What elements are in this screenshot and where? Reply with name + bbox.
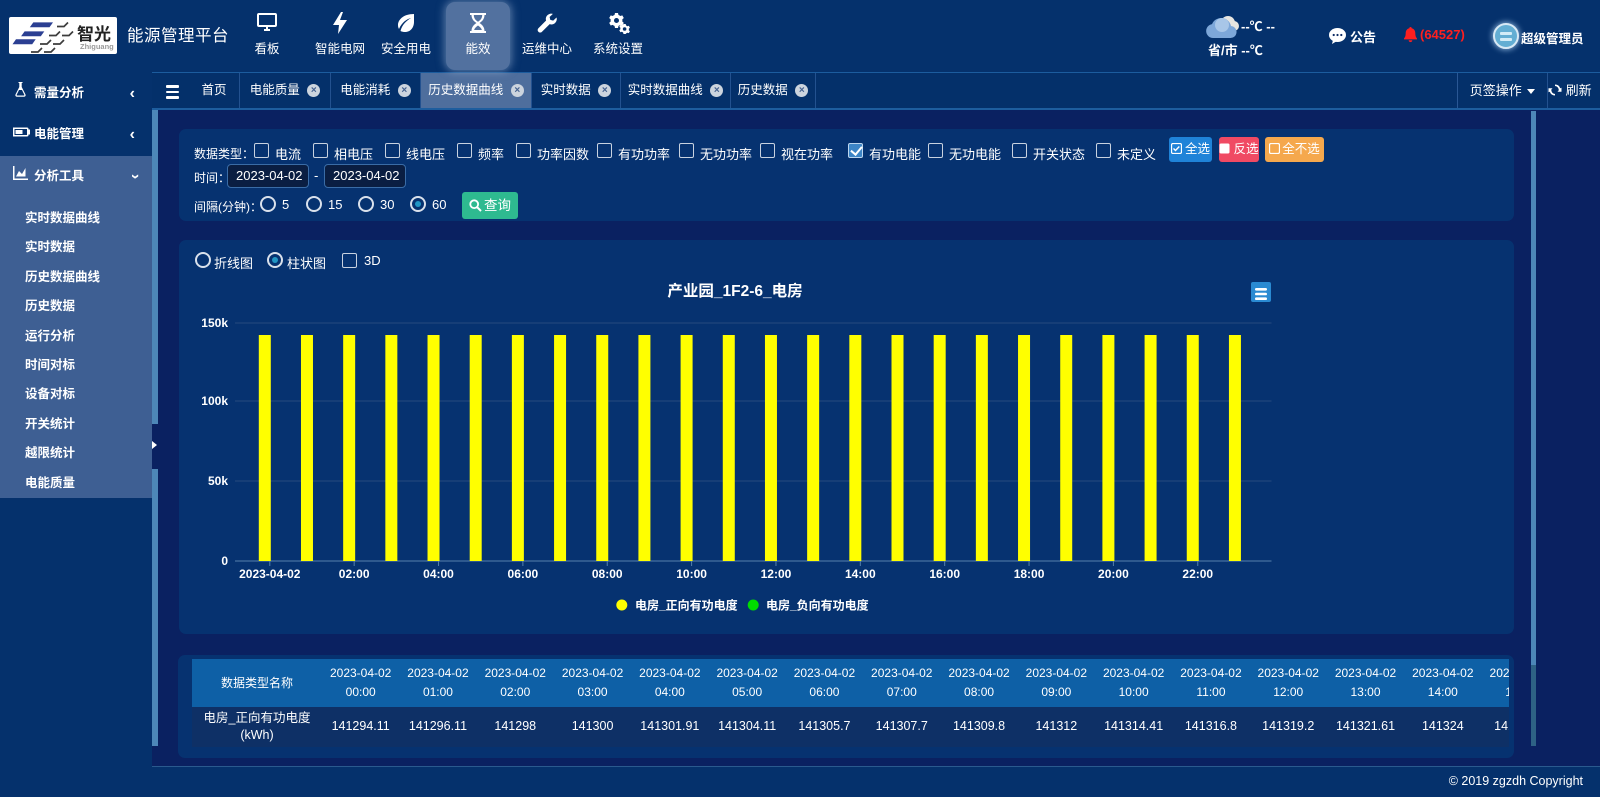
svg-text:0: 0 (221, 554, 228, 568)
svg-text:06:00: 06:00 (508, 567, 539, 581)
svg-text:Zhiguang: Zhiguang (80, 42, 114, 51)
svg-text:100k: 100k (201, 394, 228, 408)
svg-text:20:00: 20:00 (1098, 567, 1129, 581)
svg-text:电房_负向有功电度: 电房_负向有功电度 (766, 598, 869, 613)
svg-text:14:00: 14:00 (845, 567, 876, 581)
svg-text:12:00: 12:00 (761, 567, 792, 581)
svg-text:08:00: 08:00 (592, 567, 623, 581)
svg-text:50k: 50k (208, 474, 228, 488)
svg-text:电房_正向有功电度: 电房_正向有功电度 (635, 598, 738, 613)
svg-text:智光: 智光 (77, 24, 111, 44)
svg-text:22:00: 22:00 (1182, 567, 1213, 581)
svg-text:04:00: 04:00 (423, 567, 454, 581)
svg-text:产业园_1F2-6_电房: 产业园_1F2-6_电房 (667, 281, 802, 300)
svg-text:16:00: 16:00 (929, 567, 960, 581)
svg-text:18:00: 18:00 (1014, 567, 1045, 581)
svg-text:150k: 150k (201, 316, 228, 330)
svg-text:02:00: 02:00 (339, 567, 370, 581)
svg-text:2023-04-02: 2023-04-02 (239, 567, 301, 581)
svg-text:10:00: 10:00 (676, 567, 707, 581)
